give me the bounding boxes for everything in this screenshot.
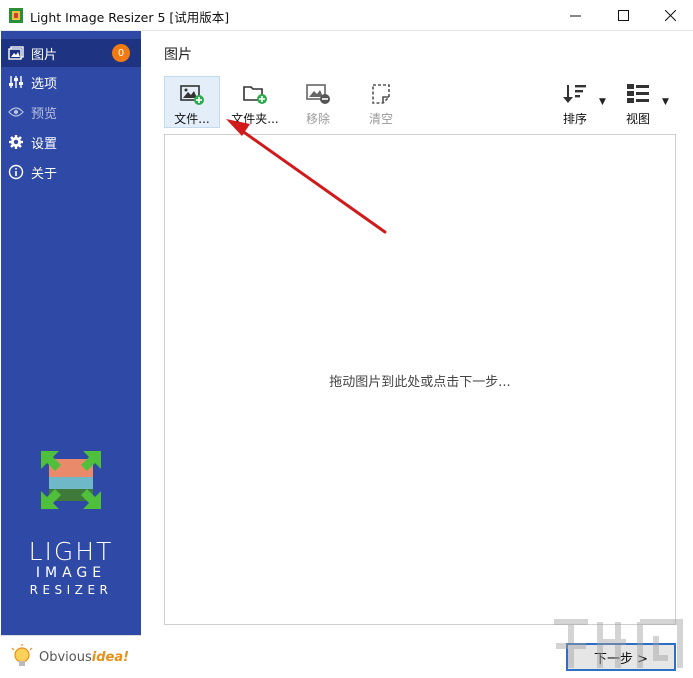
sidebar-item-label: 设置 <box>31 136 58 152</box>
watermark-logo <box>548 612 688 678</box>
clear-label: 清空 <box>368 112 393 126</box>
logo-word-light: LIGHT <box>28 537 114 566</box>
sidebar-item-about[interactable]: 关于 <box>1 158 141 186</box>
add-image-icon <box>179 83 205 106</box>
logo-word-image: IMAGE <box>35 565 107 581</box>
sidebar-item-settings[interactable]: 设置 <box>1 128 141 156</box>
logo-word-resizer: RESIZER <box>29 583 113 597</box>
app-logo-icon <box>41 451 101 509</box>
window-title: Light Image Resizer 5 [试用版本] <box>30 10 230 25</box>
remove-label: 移除 <box>305 112 330 126</box>
add-folder-button[interactable]: 文件夹... <box>227 76 283 128</box>
image-drop-area[interactable]: 拖动图片到此处或点击下一步... <box>164 134 676 625</box>
image-count-badge: 0 <box>112 44 130 62</box>
view-dropdown-caret-icon[interactable]: ▼ <box>662 97 669 107</box>
sidebar-item-label: 选项 <box>31 76 58 92</box>
add-files-button[interactable]: 文件... <box>164 76 220 128</box>
sort-dropdown-caret-icon[interactable]: ▼ <box>599 97 606 107</box>
remove-button[interactable]: 移除 <box>290 76 346 128</box>
eye-icon <box>1 106 31 118</box>
view-label: 视图 <box>625 112 650 126</box>
sliders-icon <box>1 75 31 89</box>
lightbulb-icon <box>11 644 33 666</box>
add-folder-icon <box>242 82 268 106</box>
images-icon <box>1 46 31 60</box>
sidebar-item-preview[interactable]: 预览 <box>1 98 141 126</box>
gear-icon <box>1 134 31 150</box>
clear-button[interactable]: 清空 <box>353 76 409 128</box>
obviousidea-brand[interactable]: Obviousidea! <box>1 635 141 678</box>
app-icon <box>9 8 23 23</box>
page-title: 图片 <box>164 47 192 63</box>
maximize-button[interactable] <box>600 0 646 31</box>
view-button[interactable]: 视图 <box>610 76 666 128</box>
close-button[interactable] <box>647 0 693 31</box>
sidebar-item-label: 预览 <box>31 106 58 122</box>
brand-label: Obviousidea! <box>39 649 130 665</box>
sidebar-item-label: 关于 <box>31 166 58 182</box>
sidebar-item-images[interactable]: 图片 0 <box>1 39 141 67</box>
remove-image-icon <box>305 82 331 106</box>
title-bar: Light Image Resizer 5 [试用版本] <box>0 0 693 31</box>
minimize-button[interactable] <box>552 0 598 31</box>
drop-hint: 拖动图片到此处或点击下一步... <box>329 375 511 390</box>
minimize-icon <box>569 15 581 17</box>
info-icon <box>1 164 31 180</box>
sidebar-item-options[interactable]: 选项 <box>1 68 141 96</box>
view-list-icon <box>626 82 650 106</box>
sort-icon <box>562 82 588 106</box>
clear-icon <box>369 82 393 106</box>
sidebar: 图片 0 选项 预览 设置 关于 LIGHT IMAGE RESIZER <box>1 31 141 635</box>
close-icon <box>664 10 676 21</box>
sort-label: 排序 <box>562 112 587 126</box>
add-files-label: 文件... <box>174 112 210 126</box>
sidebar-item-label: 图片 <box>31 47 58 63</box>
add-folder-label: 文件夹... <box>231 112 279 126</box>
maximize-icon <box>617 10 629 21</box>
sort-button[interactable]: 排序 <box>547 76 603 128</box>
